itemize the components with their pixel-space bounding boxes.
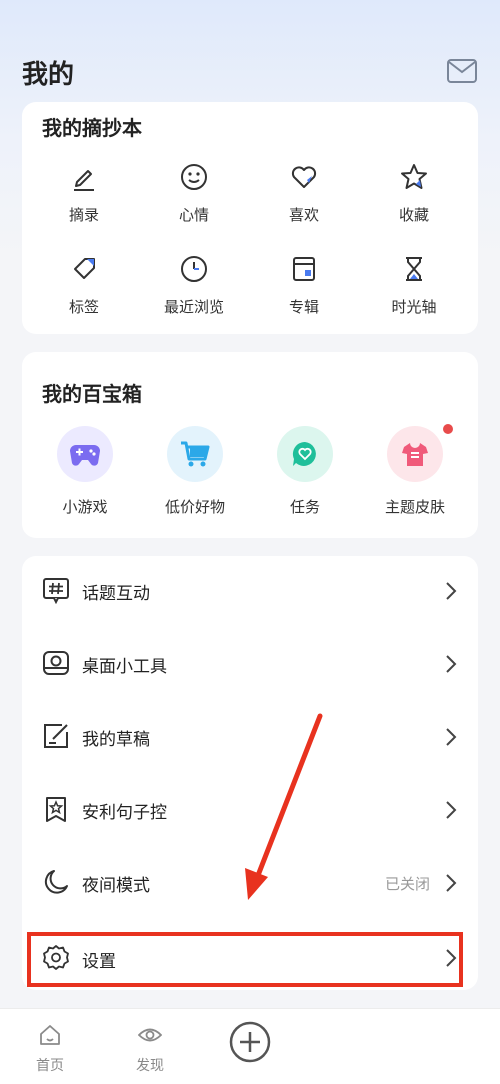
notebook-item-timeline[interactable]: 时光轴 — [364, 252, 464, 317]
chevron-right-icon — [446, 582, 457, 600]
gear-icon — [43, 945, 69, 970]
hourglass-icon — [406, 257, 422, 281]
notebook-item-favorite[interactable]: 收藏 — [364, 160, 464, 225]
toolbox-item-minigame[interactable]: 小游戏 — [30, 426, 140, 517]
tab-label: 首页 — [36, 1058, 64, 1074]
chevron-right-icon — [446, 655, 457, 673]
menu-row-label: 桌面小工具 — [82, 657, 167, 677]
notebook-title: 我的摘抄本 — [42, 116, 142, 140]
toolbox-item-deals[interactable]: 低价好物 — [140, 426, 250, 517]
menu-row-topic[interactable]: 话题互动 — [22, 560, 478, 620]
notebook-item-excerpt[interactable]: 摘录 — [34, 160, 134, 225]
draft-icon — [44, 724, 68, 748]
menu-row-widget[interactable]: 桌面小工具 — [22, 633, 478, 693]
menu-row-recommend[interactable]: 安利句子控 — [22, 779, 478, 839]
notification-dot — [443, 424, 453, 434]
menu-row-drafts[interactable]: 我的草稿 — [22, 706, 478, 766]
cart-icon — [181, 441, 210, 467]
page-title: 我的 — [22, 60, 75, 90]
tag-icon — [74, 258, 95, 279]
toolbox-item-label: 低价好物 — [164, 498, 225, 516]
toolbox-item-label: 小游戏 — [62, 498, 108, 516]
toolbox-item-label: 任务 — [289, 498, 320, 516]
chevron-right-icon — [446, 728, 457, 746]
notebook-item-album[interactable]: 专辑 — [254, 252, 354, 317]
toolbox-item-label: 主题皮肤 — [384, 498, 445, 516]
heart-icon — [291, 166, 317, 188]
menu-list-card: 话题互动 桌面小工具 我的草稿 安利句子控 夜间模式 已关闭 — [22, 556, 478, 930]
notebook-item-label: 标签 — [68, 298, 99, 316]
notebook-item-label: 最近浏览 — [163, 298, 224, 316]
menu-row-label: 我的草稿 — [82, 730, 150, 750]
star-icon — [401, 164, 427, 189]
home-icon — [40, 1025, 60, 1045]
menu-row-label: 夜间模式 — [82, 876, 150, 896]
notebook-item-recent[interactable]: 最近浏览 — [144, 252, 244, 317]
mail-icon[interactable] — [446, 58, 478, 84]
chevron-right-icon — [446, 949, 457, 967]
notebook-item-tag[interactable]: 标签 — [34, 252, 134, 317]
notebook-item-label: 专辑 — [288, 298, 319, 316]
notebook-item-label: 喜欢 — [288, 206, 319, 224]
moon-icon — [44, 870, 68, 894]
tab-discover[interactable]: 发现 — [120, 1023, 180, 1075]
eye-icon — [138, 1028, 162, 1042]
toolbox-item-task[interactable]: 任务 — [250, 426, 360, 517]
tab-home[interactable]: 首页 — [20, 1023, 80, 1075]
album-icon — [293, 257, 315, 281]
widget-icon — [43, 651, 69, 675]
notebook-item-mood[interactable]: 心情 — [144, 160, 244, 225]
hashtag-icon — [43, 578, 69, 604]
toolbox-title: 我的百宝箱 — [42, 382, 142, 406]
tshirt-icon — [402, 443, 428, 466]
smiley-icon — [181, 164, 207, 190]
notebook-item-like[interactable]: 喜欢 — [254, 160, 354, 225]
bookmark-star-icon — [46, 797, 66, 822]
gamepad-icon — [70, 445, 100, 466]
settings-row[interactable]: 设置 — [22, 930, 478, 990]
notebook-item-label: 收藏 — [398, 206, 429, 224]
pencil-icon — [74, 170, 94, 191]
night-mode-status: 已关闭 — [384, 875, 430, 893]
toolbox-item-theme[interactable]: 主题皮肤 — [360, 424, 470, 517]
page-header: 我的 — [0, 0, 500, 100]
notebook-item-label: 时光轴 — [391, 298, 437, 316]
notebook-item-label: 心情 — [178, 206, 209, 224]
notebook-item-label: 摘录 — [68, 206, 99, 224]
chevron-right-icon — [446, 874, 457, 892]
clock-icon — [181, 256, 207, 282]
notebook-card: 我的摘抄本 摘录 心情 喜欢 收藏 标签 最近浏览 专辑 时光轴 — [22, 102, 478, 334]
menu-row-night-mode[interactable]: 夜间模式 已关闭 — [22, 852, 478, 912]
chat-bubble-icon — [292, 441, 316, 466]
toolbox-card: 我的百宝箱 小游戏 低价好物 任务 主题皮肤 — [22, 352, 478, 538]
settings-label: 设置 — [82, 952, 116, 972]
chevron-right-icon — [446, 801, 457, 819]
tab-label: 发现 — [136, 1058, 164, 1074]
menu-row-label: 话题互动 — [82, 584, 150, 604]
plus-circle-icon[interactable] — [228, 1020, 272, 1064]
menu-row-label: 安利句子控 — [82, 803, 167, 823]
